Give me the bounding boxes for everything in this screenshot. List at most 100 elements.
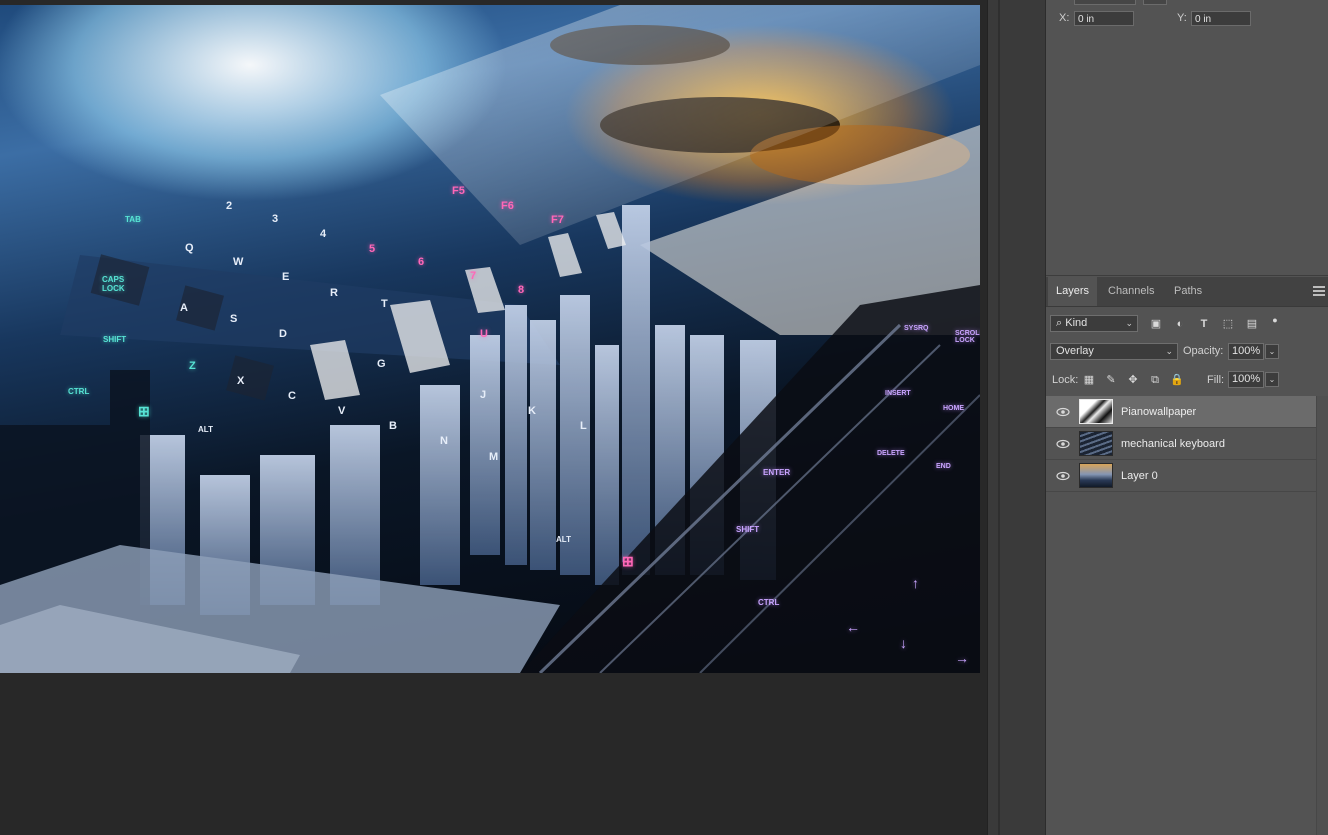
- eye-icon[interactable]: [1056, 437, 1070, 451]
- keycap-l: L: [580, 420, 587, 432]
- panel-menu-icon[interactable]: [1313, 286, 1325, 296]
- y-label: Y:: [1177, 12, 1187, 24]
- chevron-down-icon: ⌄: [1125, 318, 1133, 328]
- pixel-layer-filter-icon[interactable]: ▣: [1149, 317, 1163, 331]
- opacity-label: Opacity:: [1183, 345, 1224, 357]
- keycap-j: J: [480, 389, 487, 401]
- layers-scrollbar[interactable]: [1316, 396, 1328, 835]
- keycap-g: G: [377, 358, 386, 370]
- keycap-f6: F6: [501, 200, 514, 212]
- properties-panel: X: 0 in Y: 0 in: [1046, 0, 1328, 276]
- layer-name[interactable]: Pianowallpaper: [1121, 406, 1196, 418]
- keycap-c: C: [288, 390, 296, 402]
- keycap-w: W: [233, 256, 244, 268]
- layers-panel: Layers Channels Paths ⌕ Kind ⌄ ▣ ◐ T ⬚ ▤…: [1046, 277, 1328, 835]
- fill-field[interactable]: 100%: [1228, 371, 1264, 388]
- layer-thumbnail: [1079, 399, 1113, 424]
- layer-filter-dropdown[interactable]: ⌕ Kind ⌄: [1050, 315, 1138, 332]
- keycap-enter: ENTER: [763, 468, 791, 477]
- shape-layer-filter-icon[interactable]: ⬚: [1221, 317, 1235, 331]
- keycap-7: 7: [470, 270, 477, 282]
- keycap-b: B: [389, 420, 397, 432]
- keycap-k: K: [528, 405, 536, 417]
- layer-name[interactable]: Layer 0: [1121, 470, 1158, 482]
- chevron-down-icon: ⌄: [1165, 346, 1173, 356]
- filter-toggle-icon[interactable]: ●: [1268, 313, 1282, 327]
- x-label: X:: [1059, 12, 1070, 24]
- blend-mode-dropdown[interactable]: Overlay ⌄: [1050, 343, 1178, 360]
- keycap-alt-right: ALT: [556, 535, 571, 544]
- keycap-f7: F7: [551, 214, 564, 226]
- document-canvas[interactable]: F5 F6 F7 TAB CAPS LOCK SHIFT CTRL ALT AL…: [0, 5, 980, 673]
- keycap-d: D: [279, 328, 287, 340]
- keycap-arrow-left: ←: [846, 619, 860, 635]
- keycap-v: V: [338, 405, 346, 417]
- fill-slider-toggle[interactable]: ⌄: [1265, 372, 1279, 387]
- keycap-q: Q: [185, 242, 194, 254]
- keycap-6: 6: [418, 256, 425, 268]
- keycap-4: 4: [320, 228, 327, 240]
- type-layer-filter-icon[interactable]: T: [1197, 317, 1211, 331]
- keycap-2: 2: [226, 200, 233, 212]
- keycap-tab: TAB: [125, 215, 141, 224]
- tab-layers[interactable]: Layers: [1048, 277, 1098, 306]
- panel-tab-bar: Layers Channels Paths: [1046, 277, 1328, 307]
- windows-key-icon: ⊞: [138, 403, 150, 419]
- lock-transparency-icon[interactable]: ▦: [1082, 373, 1096, 387]
- layer-thumbnail: [1079, 431, 1113, 456]
- composite-artwork: [0, 5, 980, 673]
- keycap-insert: INSERT: [885, 390, 911, 397]
- y-position-field[interactable]: 0 in: [1191, 11, 1251, 26]
- filter-kind-label: Kind: [1065, 317, 1088, 329]
- keycap-s: S: [230, 313, 238, 325]
- eye-icon[interactable]: [1056, 469, 1070, 483]
- keycap-end: END: [936, 463, 951, 470]
- lock-image-pixels-icon[interactable]: ✎: [1104, 373, 1118, 387]
- keycap-shift: SHIFT: [103, 335, 127, 344]
- keycap-alt: ALT: [198, 425, 213, 434]
- keycap-5: 5: [369, 243, 376, 255]
- blend-mode-value: Overlay: [1056, 345, 1094, 357]
- tab-channels[interactable]: Channels: [1100, 277, 1162, 306]
- keycap-caps-lock: CAPS LOCK: [102, 275, 125, 293]
- keycap-z: Z: [189, 360, 196, 372]
- layer-row-pianowallpaper[interactable]: Pianowallpaper: [1046, 396, 1316, 428]
- x-position-field[interactable]: 0 in: [1074, 11, 1134, 26]
- lock-position-icon[interactable]: ✥: [1126, 373, 1140, 387]
- smart-object-filter-icon[interactable]: ▤: [1245, 317, 1259, 331]
- adjustment-layer-filter-icon[interactable]: ◐: [1173, 317, 1187, 331]
- layer-thumbnail: [1079, 463, 1113, 488]
- keycap-shift-right: SHIFT: [736, 525, 760, 534]
- keycap-arrow-right: →: [955, 650, 969, 666]
- keycap-scroll-lock: SCROLL LOCK: [955, 330, 980, 344]
- search-icon: ⌕: [1056, 317, 1063, 329]
- right-panel-dock: X: 0 in Y: 0 in Layers Channels Paths ⌕ …: [1045, 0, 1328, 835]
- canvas-area[interactable]: F5 F6 F7 TAB CAPS LOCK SHIFT CTRL ALT AL…: [0, 0, 987, 835]
- layer-row-layer-0[interactable]: Layer 0: [1046, 460, 1316, 492]
- properties-field-stub[interactable]: [1074, 0, 1136, 5]
- keycap-r: R: [330, 287, 338, 299]
- keycap-t: T: [381, 298, 388, 310]
- keycap-x: X: [237, 375, 245, 387]
- keycap-a: A: [180, 302, 188, 314]
- windows-key-icon: ⊞: [622, 553, 634, 569]
- lock-artboard-icon[interactable]: ⧉: [1148, 373, 1162, 387]
- keycap-u: U: [480, 328, 488, 340]
- lock-all-icon[interactable]: 🔒: [1170, 373, 1184, 387]
- keycap-m: M: [489, 451, 499, 463]
- keycap-f5: F5: [452, 185, 465, 197]
- keycap-n: N: [440, 435, 448, 447]
- keycap-8: 8: [518, 284, 525, 296]
- properties-button-stub[interactable]: [1143, 0, 1167, 5]
- keycap-ctrl: CTRL: [68, 387, 90, 396]
- layer-row-mechanical-keyboard[interactable]: mechanical keyboard: [1046, 428, 1316, 460]
- keycap-ctrl-right: CTRL: [758, 598, 780, 607]
- opacity-slider-toggle[interactable]: ⌄: [1265, 344, 1279, 359]
- opacity-field[interactable]: 100%: [1228, 343, 1264, 360]
- lock-label: Lock:: [1052, 374, 1079, 386]
- tab-paths[interactable]: Paths: [1166, 277, 1210, 306]
- scroll-rail: [998, 0, 1000, 835]
- eye-icon[interactable]: [1056, 405, 1070, 419]
- keycap-delete: DELETE: [877, 450, 905, 457]
- layer-name[interactable]: mechanical keyboard: [1121, 438, 1225, 450]
